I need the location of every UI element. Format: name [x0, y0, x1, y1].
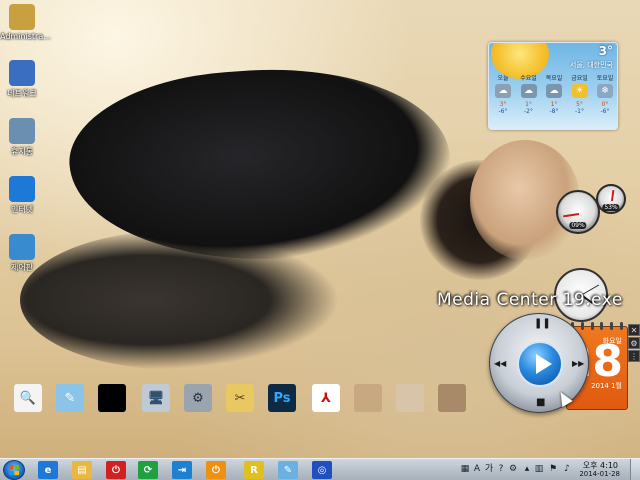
ime-a-icon[interactable]: A — [472, 464, 482, 475]
r-app-icon[interactable]: R — [244, 461, 264, 479]
forecast-low: -1° — [575, 108, 584, 115]
ime-han-icon[interactable]: 가 — [484, 464, 494, 475]
show-desktop-button[interactable] — [630, 459, 640, 480]
forecast-low: -6° — [600, 108, 610, 115]
weather-condition-icon: ☀ — [571, 84, 588, 98]
tools-icon[interactable]: ✂ — [226, 384, 254, 412]
forecast-high: 0° — [601, 101, 609, 108]
blue-globe-icon[interactable]: ◎ — [312, 461, 332, 479]
forecast-low: -8° — [549, 108, 559, 115]
photoshop-icon[interactable]: Ps — [268, 384, 296, 412]
flag-icon[interactable]: ⚑ — [548, 464, 558, 475]
desktop-icon-1[interactable]: 네트워크 — [0, 60, 44, 99]
forecast-day: 오늘 ☁ 3° -6° — [491, 73, 515, 129]
cpu-gauge: 09% — [556, 190, 600, 234]
forecast-high: 1° — [525, 101, 532, 108]
internet-explorer-icon — [9, 176, 35, 202]
search-magnifier-icon[interactable]: 🔍 — [14, 384, 42, 412]
stop-button[interactable]: ■ — [536, 398, 545, 408]
settings-icon[interactable]: ⚙ — [508, 464, 518, 475]
desktop-icon-label: 인터넷 — [10, 205, 34, 214]
forecast-day: 토요일 ❄ 0° -6° — [593, 73, 617, 129]
toolbox-icon[interactable]: ⚙ — [184, 384, 212, 412]
red-power-icon[interactable]: ⏻ — [106, 461, 126, 479]
memory-needle — [611, 189, 615, 202]
computer-icon[interactable]: 🖥 — [142, 384, 170, 412]
desktop-icon-label: Administra... — [0, 32, 51, 41]
user-folder-icon — [9, 4, 35, 30]
photo-2-icon[interactable] — [396, 384, 424, 412]
forecast-low: -6° — [498, 108, 508, 115]
weather-city: 서울, 대한민국 — [569, 61, 613, 69]
forecast-low: -2° — [524, 108, 533, 115]
forecast-day-label: 오늘 — [497, 75, 509, 82]
forecast-day-label: 토요일 — [596, 75, 614, 82]
forecast-day: 수요일 ☁ 1° -2° — [517, 73, 541, 129]
pause-button[interactable]: ❚❚ — [534, 319, 551, 329]
photo-3-icon[interactable] — [438, 384, 466, 412]
notepad-icon[interactable]: ✎ — [278, 461, 298, 479]
weather-condition-icon: ☁ — [546, 84, 562, 98]
forecast-day: 금요일 ☀ 5° -1° — [568, 73, 592, 129]
media-player-control: ❚❚ ■ ◀◀ ▶▶ — [489, 313, 589, 413]
previous-button[interactable]: ◀◀ — [494, 359, 506, 369]
forecast-day-label: 금요일 — [571, 75, 588, 82]
taskbar: e ▤ ⏻ ⟳ ⇥ ⏻ R ✎ ◎ ▦ A 가? ⚙ ▴ ▥ ⚑ ♪ 오후 4:10 2014-01-28 — [0, 458, 640, 480]
help-icon[interactable]: ? — [496, 464, 506, 475]
weather-condition-icon: ☁ — [495, 84, 511, 98]
desktop-icon-label: 네트워크 — [7, 89, 37, 98]
acrobat-icon[interactable]: ⅄ — [312, 384, 340, 412]
weather-temperature: 3° — [598, 44, 613, 58]
gadget-options-button[interactable]: ⚙ — [628, 337, 640, 349]
recycle-bin-icon — [9, 118, 35, 144]
close-gadget-button[interactable]: ✕ — [628, 324, 640, 336]
weather-forecast: 오늘 ☁ 3° -6° 수요일 ☁ 1° -2° 목요일 ☁ 1° -8° 금요일 ☀ 5° -1° 토요일 ❄ 0… — [491, 73, 617, 129]
desktop-icon-3[interactable]: 인터넷 — [0, 176, 44, 215]
desktop-icon-0[interactable]: Administra... — [0, 4, 51, 41]
cpu-meter-gadget[interactable]: 09% 53% — [556, 184, 626, 236]
blue-logoff-icon[interactable]: ⇥ — [172, 461, 192, 479]
forecast-day: 목요일 ☁ 1° -8° — [542, 73, 566, 129]
green-refresh-icon[interactable]: ⟳ — [138, 461, 158, 479]
memory-percent: 53% — [602, 204, 620, 211]
forecast-day-label: 수요일 — [520, 75, 537, 82]
next-button[interactable]: ▶▶ — [572, 359, 584, 369]
volume-icon[interactable]: ♪ — [562, 464, 572, 475]
calendar-rings — [571, 322, 623, 330]
media-center-label[interactable]: Media Center 19.exe — [437, 290, 623, 310]
internet-explorer-icon[interactable]: e — [38, 461, 58, 479]
forecast-high: 5° — [576, 101, 583, 108]
network-icon — [9, 60, 35, 86]
control-panel-icon — [9, 234, 35, 260]
memory-gauge: 53% — [596, 184, 626, 214]
calendar-month: 2014 1월 — [591, 382, 622, 390]
file-explorer-icon[interactable]: ▤ — [72, 461, 92, 479]
forecast-high: 3° — [499, 101, 507, 108]
weather-condition-icon: ❄ — [597, 84, 613, 98]
weather-condition-icon: ☁ — [520, 84, 537, 98]
cpu-needle — [563, 213, 580, 218]
cmd-window-icon[interactable] — [98, 384, 126, 412]
taskbar-clock-date[interactable]: 2014-01-28 — [579, 470, 620, 478]
notepad-icon[interactable]: ✎ — [56, 384, 84, 412]
forecast-day-label: 목요일 — [545, 75, 563, 82]
desktop-icon-2[interactable]: 휴지통 — [0, 118, 44, 157]
desktop-icon-label: 제어판 — [10, 263, 34, 272]
start-button[interactable] — [3, 460, 25, 480]
weather-gadget[interactable]: 3° 서울, 대한민국 오늘 ☁ 3° -6° 수요일 ☁ 1° -2° 목요일 ☁ 1° -8° 금요… — [488, 42, 618, 130]
keyboard-icon[interactable]: ▦ — [460, 464, 470, 475]
cpu-percent: 09% — [569, 222, 587, 229]
desktop-icon-label: 휴지통 — [10, 147, 34, 156]
orange-power-icon[interactable]: ⏻ — [206, 461, 226, 479]
chevron-up-icon[interactable]: ▴ — [522, 464, 532, 475]
photo-1-icon[interactable] — [354, 384, 382, 412]
desktop-icon-4[interactable]: 제어판 — [0, 234, 44, 273]
network-status-icon[interactable]: ▥ — [534, 464, 544, 475]
gadget-drag-handle[interactable]: ⋮ — [628, 350, 640, 362]
forecast-high: 1° — [550, 101, 558, 108]
play-button[interactable] — [517, 341, 563, 387]
